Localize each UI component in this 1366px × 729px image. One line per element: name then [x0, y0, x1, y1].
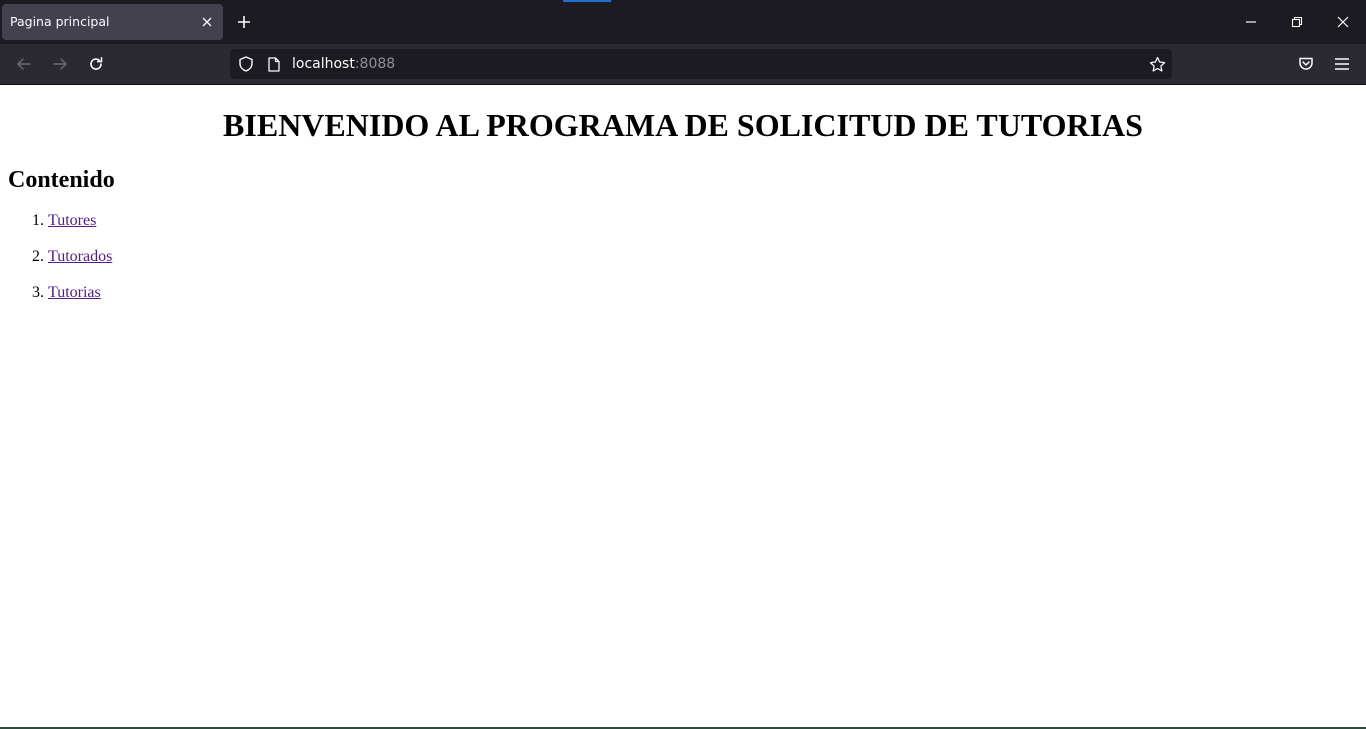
tab-active[interactable]: Pagina principal: [2, 4, 223, 40]
tab-strip-accent: [563, 0, 611, 2]
tab-title: Pagina principal: [10, 14, 110, 29]
close-icon[interactable]: [199, 14, 215, 30]
restore-icon[interactable]: [1287, 12, 1307, 32]
hamburger-menu-icon[interactable]: [1332, 54, 1352, 74]
list-item: Tutorias: [48, 283, 112, 303]
list-item: Tutorados: [48, 247, 112, 267]
section-title: Contenido: [8, 167, 115, 193]
list-item: Tutores: [48, 211, 112, 231]
close-window-icon[interactable]: [1333, 12, 1353, 32]
url-host: localhost: [292, 56, 355, 72]
star-icon[interactable]: [1148, 55, 1166, 73]
link-tutores[interactable]: Tutores: [48, 212, 96, 229]
page-title: BIENVENIDO AL PROGRAMA DE SOLICITUD DE T…: [223, 107, 1143, 143]
url-port: :8088: [354, 56, 396, 72]
tab-strip: Pagina principal: [0, 0, 1366, 44]
reload-icon[interactable]: [86, 54, 106, 74]
arrow-right-icon[interactable]: [50, 54, 70, 74]
url-text[interactable]: localhost:8088: [292, 56, 395, 72]
navigation-toolbar: localhost:8088: [0, 44, 1366, 85]
minimize-icon[interactable]: [1241, 12, 1261, 32]
page-viewport: BIENVENIDO AL PROGRAMA DE SOLICITUD DE T…: [0, 85, 1366, 728]
contents-list: Tutores Tutorados Tutorias: [8, 211, 112, 319]
shield-icon[interactable]: [238, 56, 254, 72]
link-tutorados[interactable]: Tutorados: [48, 248, 112, 265]
plus-icon[interactable]: [233, 11, 255, 33]
page-icon[interactable]: [266, 56, 282, 72]
arrow-left-icon[interactable]: [14, 54, 34, 74]
address-bar[interactable]: localhost:8088: [230, 49, 1172, 79]
browser-window: Pagina principal localhost:8088 BIENVENI…: [0, 0, 1366, 729]
link-tutorias[interactable]: Tutorias: [48, 284, 101, 301]
pocket-icon[interactable]: [1296, 54, 1316, 74]
